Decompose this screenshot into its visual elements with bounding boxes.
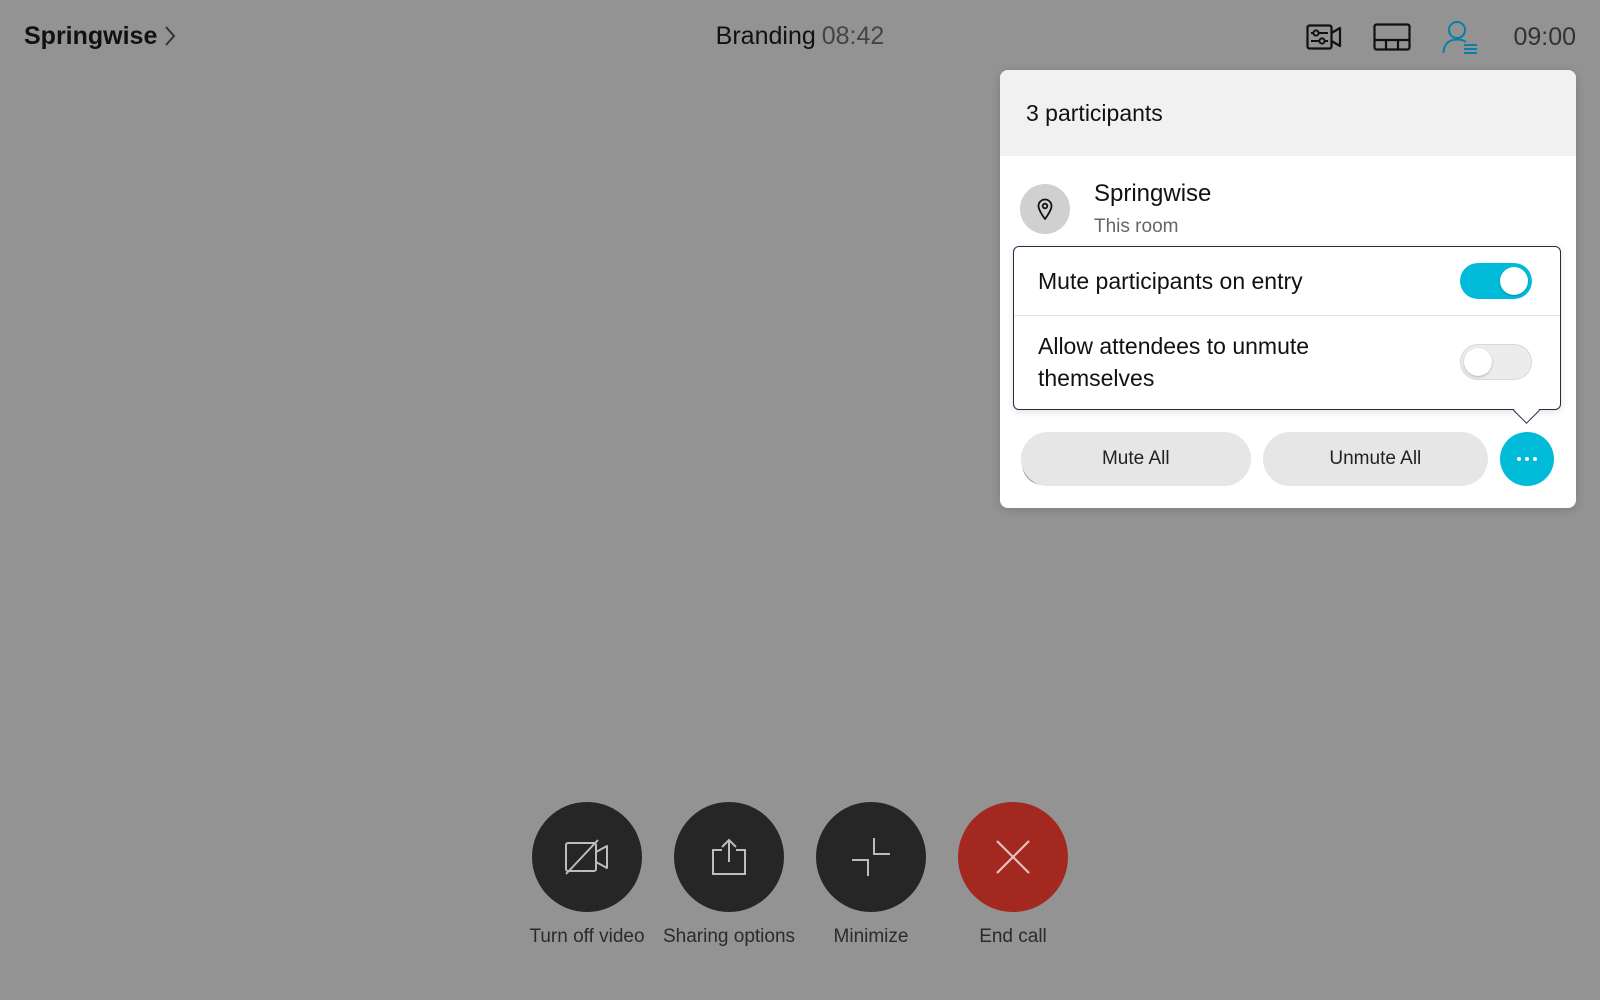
participants-icon[interactable] xyxy=(1441,20,1479,54)
toggle-knob xyxy=(1464,348,1492,376)
mute-on-entry-row[interactable]: Mute participants on entry xyxy=(1014,247,1560,316)
meeting-timer: 08:42 xyxy=(821,22,885,50)
share-icon xyxy=(712,838,746,875)
mute-all-button[interactable]: Mute All xyxy=(1021,432,1251,486)
end-call-label: End call xyxy=(979,926,1047,947)
call-controls: Turn off video Sharing options Minimize xyxy=(0,802,1600,948)
allow-unmute-row[interactable]: Allow attendees to unmute themselves xyxy=(1014,316,1560,408)
turn-off-video-button[interactable] xyxy=(532,802,642,912)
minimize-label: Minimize xyxy=(833,926,909,947)
participants-count: 3 participants xyxy=(1000,70,1576,156)
top-toolbar: 09:00 xyxy=(1305,18,1576,56)
mute-settings-popover: Mute participants on entry Allow attende… xyxy=(1013,246,1561,410)
video-off-icon xyxy=(565,839,608,875)
more-options-icon[interactable] xyxy=(1500,432,1554,486)
end-call-icon xyxy=(996,840,1030,874)
unmute-all-button[interactable]: Unmute All xyxy=(1262,432,1489,486)
clock: 09:00 xyxy=(1513,22,1576,51)
sharing-options-button[interactable] xyxy=(674,802,784,912)
mute-on-entry-label: Mute participants on entry xyxy=(1038,268,1303,294)
participant-subtitle: This room xyxy=(1094,216,1179,237)
participants-panel: 3 participants Springwise This room Mute… xyxy=(1000,70,1576,508)
mute-on-entry-toggle[interactable] xyxy=(1460,263,1532,299)
turn-off-video-control: Turn off video xyxy=(529,802,645,948)
participant-row[interactable]: Springwise This room xyxy=(1020,180,1211,238)
allow-unmute-label: Allow attendees to unmute themselves xyxy=(1038,333,1310,391)
camera-controls-icon[interactable] xyxy=(1305,20,1343,54)
location-pin-icon xyxy=(1020,184,1070,234)
minimize-icon xyxy=(852,838,890,876)
end-call-button[interactable] xyxy=(958,802,1068,912)
allow-unmute-toggle[interactable] xyxy=(1460,344,1532,380)
end-call-control: End call xyxy=(958,802,1068,948)
panel-actions: Mute All Unmute All xyxy=(1021,432,1554,486)
toggle-knob xyxy=(1500,267,1528,295)
minimize-button[interactable] xyxy=(816,802,926,912)
participant-name: Springwise xyxy=(1094,180,1212,207)
layout-icon[interactable] xyxy=(1373,20,1412,54)
sharing-options-control: Sharing options xyxy=(663,802,795,948)
turn-off-video-label: Turn off video xyxy=(529,926,645,947)
meeting-title: Branding xyxy=(715,22,816,50)
sharing-options-label: Sharing options xyxy=(662,926,796,947)
minimize-control: Minimize xyxy=(816,802,926,948)
